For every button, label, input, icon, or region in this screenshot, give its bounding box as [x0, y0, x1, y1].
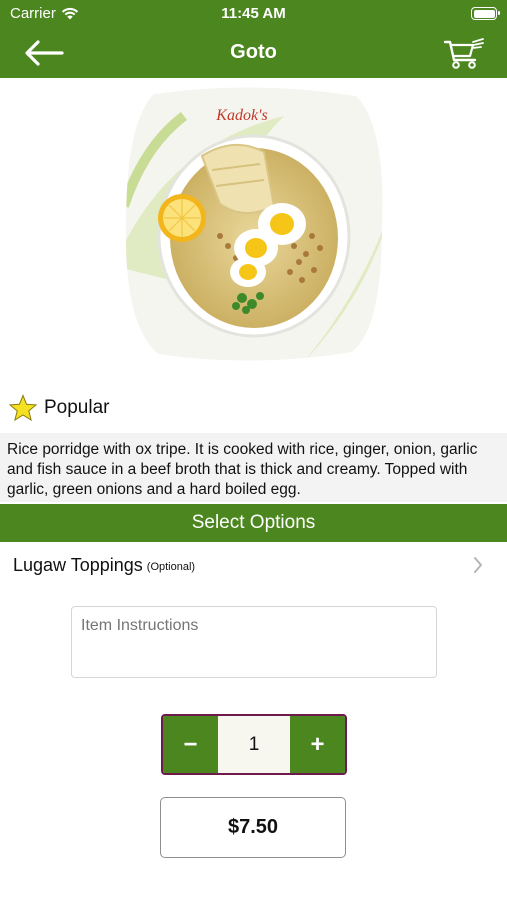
- food-image: Kadok's: [125, 87, 383, 361]
- add-to-cart-price-button[interactable]: $7.50: [160, 797, 346, 858]
- select-options-header: Select Options: [0, 504, 507, 542]
- decrement-button[interactable]: −: [163, 716, 218, 773]
- item-description: Rice porridge with ox tripe. It is cooke…: [0, 433, 507, 502]
- page-title: Goto: [230, 41, 277, 63]
- item-instructions-input[interactable]: [71, 606, 437, 678]
- increment-button[interactable]: +: [290, 716, 345, 773]
- popular-badge: Popular: [8, 394, 110, 422]
- navigation-bar: Goto: [0, 28, 507, 78]
- quantity-value: 1: [218, 716, 290, 773]
- cart-icon[interactable]: [443, 36, 485, 70]
- status-bar: Carrier 11:45 AM: [0, 0, 507, 28]
- chevron-right-icon: [474, 557, 482, 573]
- battery-icon: [471, 7, 500, 20]
- popular-label: Popular: [44, 397, 110, 418]
- option-group-lugaw-toppings[interactable]: Lugaw Toppings (Optional): [0, 546, 507, 584]
- status-time: 11:45 AM: [221, 5, 286, 22]
- option-group-name: Lugaw Toppings: [13, 554, 143, 575]
- quantity-stepper: − 1 +: [161, 714, 347, 775]
- brand-logo-text: Kadok's: [215, 107, 267, 124]
- star-icon: [8, 394, 38, 422]
- option-group-optional-tag: (Optional): [146, 561, 196, 573]
